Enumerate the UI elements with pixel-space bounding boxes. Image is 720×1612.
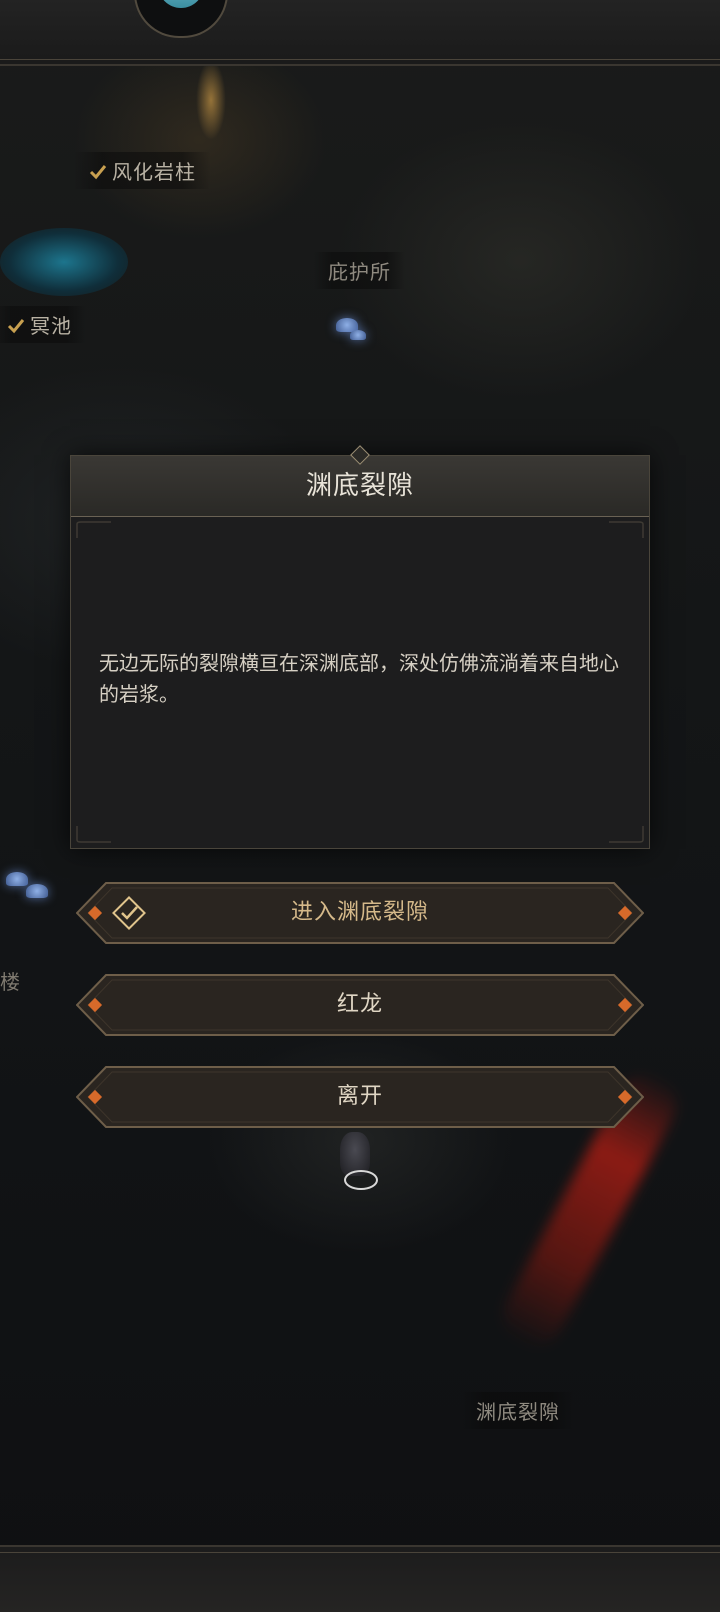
avatar-portrait <box>158 0 204 8</box>
glowing-mushroom <box>26 884 48 898</box>
corner-ornament <box>609 826 644 843</box>
option-enter-abyss-rift[interactable]: 进入渊底裂隙 <box>76 882 644 944</box>
option-leave[interactable]: 离开 <box>76 1066 644 1128</box>
dialog-header: 渊底裂隙 <box>71 445 649 517</box>
bottom-frame <box>0 1545 720 1612</box>
option-red-dragon[interactable]: 红龙 <box>76 974 644 1036</box>
event-dialog: 渊底裂隙 无边无际的裂隙横亘在深渊底部，深处仿佛流淌着来自地心的岩浆。 <box>70 445 650 849</box>
map-node-shelter[interactable]: 庇护所 <box>314 252 405 289</box>
option-label: 红龙 <box>336 992 383 1017</box>
dialog-description: 无边无际的裂隙横亘在深渊底部，深处仿佛流淌着来自地心的岩浆。 <box>99 651 619 706</box>
map-node-netherpool[interactable]: 冥池 <box>0 306 86 343</box>
player-position-ring <box>344 1170 378 1190</box>
corner-ornament <box>76 826 111 843</box>
torch-glow <box>196 60 226 140</box>
glowing-mushroom <box>6 872 28 886</box>
player-avatar[interactable] <box>134 0 228 38</box>
map-node-label: 风化岩柱 <box>112 160 196 184</box>
map-node-label: 渊底裂隙 <box>476 1400 560 1424</box>
nether-pool-water <box>0 228 128 296</box>
map-node-weathered-pillar[interactable]: 风化岩柱 <box>74 152 210 189</box>
corner-ornament <box>609 521 644 538</box>
check-icon <box>89 165 107 180</box>
option-label: 进入渊底裂隙 <box>290 900 429 925</box>
map-node-label: 冥池 <box>30 314 72 338</box>
dialog-title: 渊底裂隙 <box>305 471 414 501</box>
map-node-label: 庇护所 <box>328 260 391 284</box>
top-frame <box>0 0 720 66</box>
option-label: 离开 <box>336 1084 383 1109</box>
map-node-partial-label[interactable]: 楼 <box>0 966 20 995</box>
glowing-mushroom <box>350 330 366 340</box>
check-icon <box>7 319 25 334</box>
corner-ornament <box>76 521 111 538</box>
map-node-abyss-rift[interactable]: 渊底裂隙 <box>462 1392 574 1429</box>
